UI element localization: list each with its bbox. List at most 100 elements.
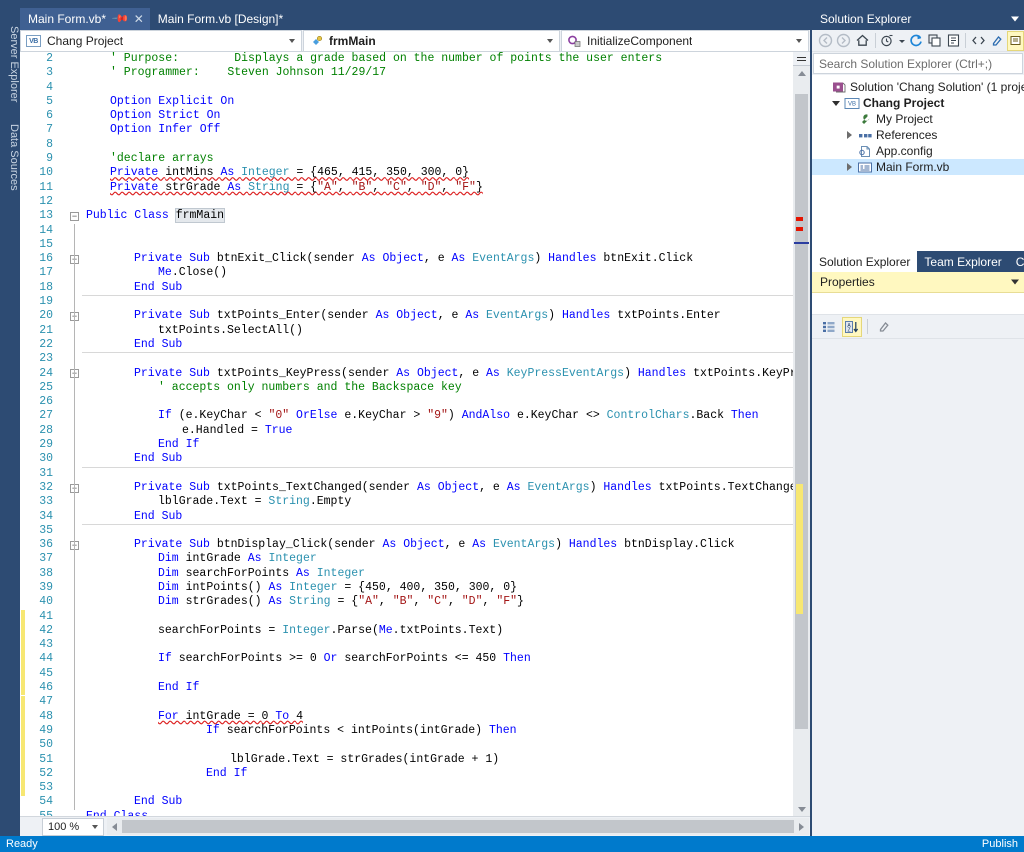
code-line[interactable]: Private Sub txtPoints_KeyPress(sender As…: [82, 367, 810, 381]
scroll-up-arrow[interactable]: [793, 66, 810, 79]
code-line[interactable]: [82, 81, 810, 95]
horizontal-scrollbar-thumb[interactable]: [122, 820, 794, 833]
preview-selected-items-icon[interactable]: [1007, 30, 1024, 51]
property-pages-icon[interactable]: [873, 317, 893, 337]
code-line[interactable]: Private Sub txtPoints_Enter(sender As Ob…: [82, 309, 810, 323]
vertical-tab-data-sources[interactable]: Data Sources: [0, 120, 20, 210]
code-line[interactable]: [82, 667, 810, 681]
categorized-icon[interactable]: [819, 317, 839, 337]
chevron-down-icon[interactable]: [829, 100, 843, 106]
code-line[interactable]: Private Sub txtPoints_TextChanged(sender…: [82, 481, 810, 495]
tree-item-references[interactable]: References: [812, 127, 1024, 143]
tree-item-chang-project[interactable]: VB Chang Project: [812, 95, 1024, 111]
alphabetical-icon[interactable]: A Z: [842, 316, 862, 337]
code-line[interactable]: Dim strGrades() As String = {"A", "B", "…: [82, 595, 810, 609]
code-line[interactable]: Private intMins As Integer = {465, 415, …: [82, 166, 810, 180]
code-line[interactable]: Me.Close(): [82, 266, 810, 280]
tree-item-app-config[interactable]: App.config: [812, 143, 1024, 159]
code-line[interactable]: txtPoints.SelectAll(): [82, 324, 810, 338]
code-line[interactable]: [82, 738, 810, 752]
properties-window-icon[interactable]: [945, 31, 962, 51]
code-line[interactable]: searchForPoints = Integer.Parse(Me.txtPo…: [82, 624, 810, 638]
code-line[interactable]: [82, 224, 810, 238]
scroll-left-arrow[interactable]: [107, 818, 121, 835]
pending-changes-icon[interactable]: [879, 31, 896, 51]
code-line[interactable]: [82, 195, 810, 209]
zoom-level-dropdown[interactable]: 100 %: [42, 817, 104, 836]
home-icon[interactable]: [854, 31, 871, 51]
member-dropdown[interactable]: InitializeComponent: [561, 30, 809, 52]
code-line[interactable]: Dim intGrade As Integer: [82, 552, 810, 566]
vertical-scrollbar-thumb[interactable]: [795, 94, 808, 729]
code-line[interactable]: If searchForPoints < intPoints(intGrade)…: [82, 724, 810, 738]
solution-tree[interactable]: ■ Solution 'Chang Solution' (1 project) VB…: [812, 75, 1024, 251]
code-line[interactable]: End If: [82, 767, 810, 781]
search-input[interactable]: Search Solution Explorer (Ctrl+;): [813, 53, 1023, 74]
view-code-icon[interactable]: [970, 31, 987, 51]
code-line[interactable]: [82, 138, 810, 152]
code-line[interactable]: [82, 467, 810, 481]
code-line[interactable]: e.Handled = True: [82, 424, 810, 438]
code-line[interactable]: If (e.KeyChar < "0" OrElse e.KeyChar > "…: [82, 409, 810, 423]
code-line[interactable]: For intGrade = 0 To 4: [82, 710, 810, 724]
code-line[interactable]: End Sub: [82, 281, 810, 295]
code-surface[interactable]: 2 3 4 5 6 7 8 9 10 11 12 13 14 15 16 17 18 19 20 21 22 23 24 25…: [20, 52, 810, 816]
code-line[interactable]: If searchForPoints >= 0 Or searchForPoin…: [82, 652, 810, 666]
code-line[interactable]: [82, 610, 810, 624]
forward-icon[interactable]: [836, 31, 853, 51]
vertical-tab-server-explorer[interactable]: Server Explorer: [0, 22, 20, 118]
back-icon[interactable]: [817, 31, 834, 51]
class-dropdown[interactable]: frmMain: [303, 30, 560, 52]
chevron-right-icon[interactable]: [842, 163, 856, 171]
code-line[interactable]: ' accepts only numbers and the Backspace…: [82, 381, 810, 395]
outlining-gutter[interactable]: −−−−−−: [68, 52, 82, 816]
project-dropdown[interactable]: VB Chang Project: [20, 30, 302, 52]
code-line[interactable]: Dim searchForPoints As Integer: [82, 567, 810, 581]
code-line[interactable]: ' Programmer: Steven Johnson 11/29/17: [82, 66, 810, 80]
code-line[interactable]: [82, 781, 810, 795]
collapse-outline-icon[interactable]: −: [70, 211, 79, 221]
chevron-down-icon[interactable]: [1011, 16, 1019, 22]
collapse-all-icon[interactable]: [926, 31, 943, 51]
editor-horizontal-scrollbar[interactable]: [107, 818, 809, 835]
code-text-area[interactable]: ' Purpose: Displays a grade based on the…: [82, 52, 810, 816]
code-line[interactable]: Dim intPoints() As Integer = {450, 400, …: [82, 581, 810, 595]
code-line[interactable]: End Sub: [82, 795, 810, 809]
chevron-down-icon[interactable]: [1011, 279, 1019, 285]
close-icon[interactable]: ✕: [134, 13, 144, 25]
code-line[interactable]: Option Explicit On: [82, 95, 810, 109]
properties-grid[interactable]: [812, 339, 1024, 709]
scroll-down-arrow[interactable]: [793, 803, 810, 816]
tree-item-main-form-vb[interactable]: Main Form.vb: [812, 159, 1024, 175]
code-line[interactable]: Public Class frmMain: [82, 208, 810, 224]
scroll-right-arrow[interactable]: [795, 818, 809, 835]
code-line[interactable]: Option Infer Off: [82, 123, 810, 137]
dock-tab-team-explorer[interactable]: Team Explorer: [917, 251, 1009, 272]
code-line[interactable]: Private Sub btnDisplay_Click(sender As O…: [82, 538, 810, 552]
code-line[interactable]: [82, 524, 810, 538]
show-all-files-icon[interactable]: [989, 31, 1006, 51]
code-line[interactable]: End If: [82, 681, 810, 695]
pin-icon[interactable]: 📌: [111, 10, 129, 28]
split-view-button[interactable]: [793, 52, 810, 66]
editor-vertical-scrollbar[interactable]: [793, 52, 810, 816]
code-line[interactable]: [82, 238, 810, 252]
code-line[interactable]: Private Sub btnExit_Click(sender As Obje…: [82, 252, 810, 266]
code-line[interactable]: [82, 295, 810, 309]
code-line[interactable]: 'declare arrays: [82, 152, 810, 166]
dock-tab-solution-explorer[interactable]: Solution Explorer: [812, 251, 918, 272]
chevron-right-icon[interactable]: [842, 131, 856, 139]
code-line[interactable]: Private strGrade As String = {"A", "B", …: [82, 181, 810, 195]
chevron-down-icon[interactable]: [898, 31, 906, 51]
code-line[interactable]: ' Purpose: Displays a grade based on the…: [82, 52, 810, 66]
code-line[interactable]: End Sub: [82, 338, 810, 352]
document-tab-main-form-vb[interactable]: Main Form.vb* 📌 ✕: [20, 8, 150, 30]
code-line[interactable]: [82, 352, 810, 366]
code-line[interactable]: End Sub: [82, 510, 810, 524]
refresh-icon[interactable]: [908, 31, 925, 51]
dock-tab-class-view[interactable]: Class View: [1008, 251, 1024, 272]
tree-item-solution-chang-solution-1-project[interactable]: ■ Solution 'Chang Solution' (1 project): [812, 79, 1024, 95]
document-tab-main-form-vb-design[interactable]: Main Form.vb [Design]*: [149, 8, 290, 30]
code-line[interactable]: [82, 695, 810, 709]
properties-object-selector[interactable]: [812, 293, 1024, 315]
